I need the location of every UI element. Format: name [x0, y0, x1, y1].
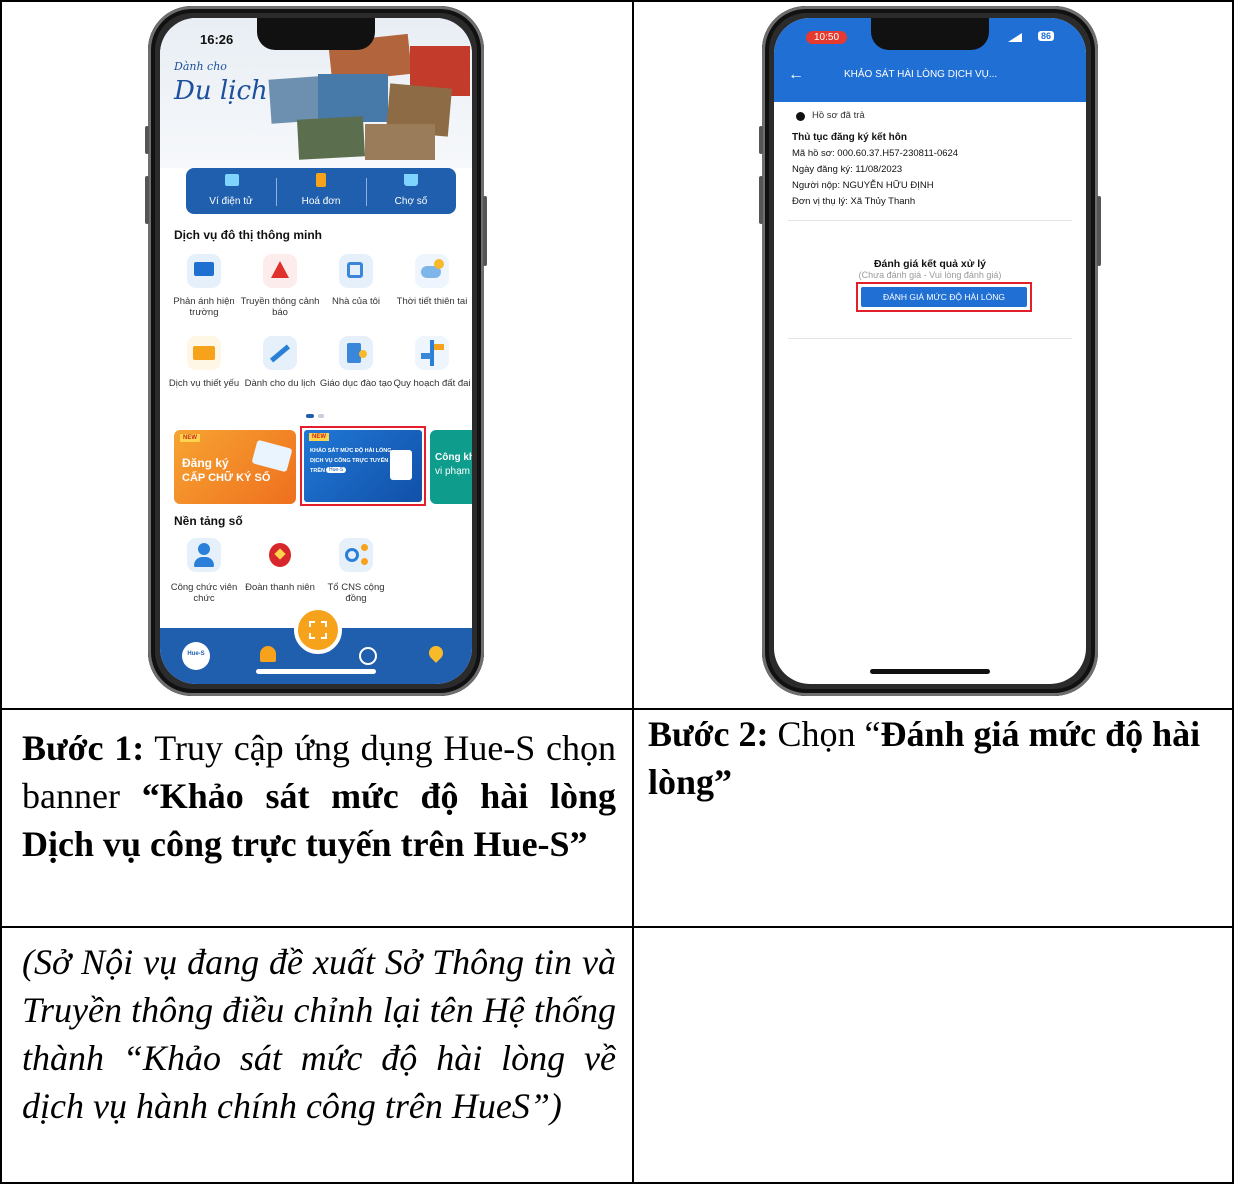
service-alert[interactable]: Truyền thông cảnh báo [240, 250, 320, 325]
evaluation-subtitle: (Chưa đánh giá - Vui lòng đánh giá) [858, 270, 1002, 280]
service-my-home[interactable]: Nhà của tôi [316, 250, 396, 325]
quick-action-invoice[interactable]: Hoá đơn [276, 168, 366, 214]
shop-icon [187, 336, 221, 370]
procedure-name: Thủ tục đăng ký kết hôn [792, 132, 908, 143]
back-arrow-icon[interactable]: ← [788, 66, 804, 84]
location-pin-icon [426, 643, 446, 663]
hue-s-logo: Hue-S [187, 651, 205, 657]
airplane-icon [263, 336, 297, 370]
section-title-platform: Nền tảng số [174, 514, 243, 528]
platform-youth-union[interactable]: Đoàn thanh niên [240, 534, 320, 610]
compass-icon [359, 647, 377, 665]
qr-code-icon [309, 621, 327, 639]
quick-action-wallet[interactable]: Ví điện tử [186, 168, 276, 214]
new-badge: NEW [309, 433, 329, 441]
hero-photo-collage [268, 33, 470, 163]
phone-mockup-home: 16:26 Dành cho Du lịch Ví điện tử Hoá đơ… [145, 6, 487, 696]
record-number: Mã hồ sơ: 000.60.37.H57-230811-0624 [792, 148, 959, 159]
tab-hue-s[interactable]: Hue-S [182, 642, 210, 670]
quick-actions-bar: Ví điện tử Hoá đơn Chợ số [186, 168, 456, 214]
home-icon [339, 254, 373, 288]
banner-satisfaction-survey[interactable]: NEW KHẢO SÁT MỨC ĐỘ HÀI LÒNG DỊCH VỤ CÔN… [300, 426, 426, 506]
tab-notifications[interactable] [256, 644, 280, 668]
check-circle-icon [796, 112, 805, 121]
laptop-icon [251, 439, 293, 473]
tab-explore[interactable] [356, 644, 380, 668]
platform-civil-servant[interactable]: Công chức viên chức [164, 534, 244, 610]
cart-icon [404, 174, 418, 186]
new-badge: NEW [180, 434, 200, 442]
step2-text: Bước 2: Chọn “Đánh giá mức độ hài lòng” [648, 714, 1201, 802]
banner-public-violations[interactable]: Công khai vi phạm g [430, 430, 472, 504]
quick-action-market[interactable]: Chợ số [366, 168, 456, 214]
invoice-icon [316, 173, 326, 187]
home-screen: 16:26 Dành cho Du lịch Ví điện tử Hoá đơ… [160, 18, 472, 684]
signal-icon [1008, 33, 1022, 42]
bell-icon [260, 646, 276, 662]
note-text: (Sở Nội vụ đang đề xuất Sở Thông tin và … [22, 942, 616, 1126]
youth-union-icon [263, 538, 297, 572]
platform-grid: Công chức viên chức Đoàn thanh niên Tổ C… [160, 534, 472, 614]
person-icon [187, 538, 221, 572]
hue-s-badge: Hue-S [326, 467, 347, 473]
table-cell-empty [632, 926, 1234, 1184]
weather-icon [415, 254, 449, 288]
hero-title: Du lịch [174, 76, 268, 106]
banner-digital-signature[interactable]: NEW Đăng ký CẤP CHỮ KÝ SỐ [174, 430, 296, 504]
service-tourism[interactable]: Dành cho du lịch [240, 332, 320, 407]
status-time: 16:26 [200, 32, 234, 47]
register-date: Ngày đăng ký: 11/08/2023 [792, 164, 903, 175]
section-title-smart: Dịch vụ đô thị thông minh [174, 228, 322, 242]
education-icon [339, 336, 373, 370]
rate-satisfaction-button[interactable]: ĐÁNH GIÁ MỨC ĐỘ HÀI LÒNG [861, 287, 1027, 307]
evaluation-title: Đánh giá kết quả xử lý [873, 258, 987, 270]
step1-text: Bước 1: Truy cập ứng dụng Hue-S chọn ban… [22, 728, 616, 864]
monitor-icon [187, 254, 221, 288]
wallet-icon [225, 174, 239, 186]
service-essential[interactable]: Dịch vụ thiết yếu [164, 332, 244, 407]
service-weather[interactable]: Thời tiết thiên tai [392, 250, 472, 325]
handling-unit: Đơn vị thụ lý: Xã Thủy Thanh [792, 196, 916, 207]
hero-small-text: Dành cho [174, 60, 227, 73]
service-land-planning[interactable]: Quy hoạch đất đai [392, 332, 472, 407]
status-time: 10:50 [806, 31, 848, 44]
service-field-report[interactable]: Phản ánh hiện trường [164, 250, 244, 325]
signpost-icon [415, 336, 449, 370]
community-icon [339, 538, 373, 572]
qr-scan-button[interactable] [294, 606, 342, 654]
service-education[interactable]: Giáo dục đào tạo [316, 332, 396, 407]
record-card: Hồ sơ đã trả Thủ tục đăng ký kết hôn Mã … [788, 110, 1072, 340]
warning-icon [263, 254, 297, 288]
phone-mockup-survey: 10:50 86 ← KHẢO SÁT HÀI LÒNG DỊCH VỤ... … [759, 6, 1101, 696]
battery-icon: 86 [1038, 31, 1055, 41]
platform-cns-team[interactable]: Tổ CNS cộng đồng [316, 534, 396, 610]
evaluation-button-highlight: ĐÁNH GIÁ MỨC ĐỘ HÀI LÒNG [856, 282, 1032, 312]
smart-services-grid: Phản ánh hiện trường Truyền thông cảnh b… [160, 250, 472, 410]
submitter: Người nộp: NGUYỄN HỮU ĐỊNH [792, 180, 934, 191]
page-dots [306, 414, 326, 418]
header-title: KHẢO SÁT HÀI LÒNG DỊCH VỤ... [844, 69, 998, 80]
survey-clipboard-icon [390, 450, 412, 480]
survey-screen: 10:50 86 ← KHẢO SÁT HÀI LÒNG DỊCH VỤ... … [774, 18, 1086, 684]
tab-location[interactable] [424, 643, 448, 668]
